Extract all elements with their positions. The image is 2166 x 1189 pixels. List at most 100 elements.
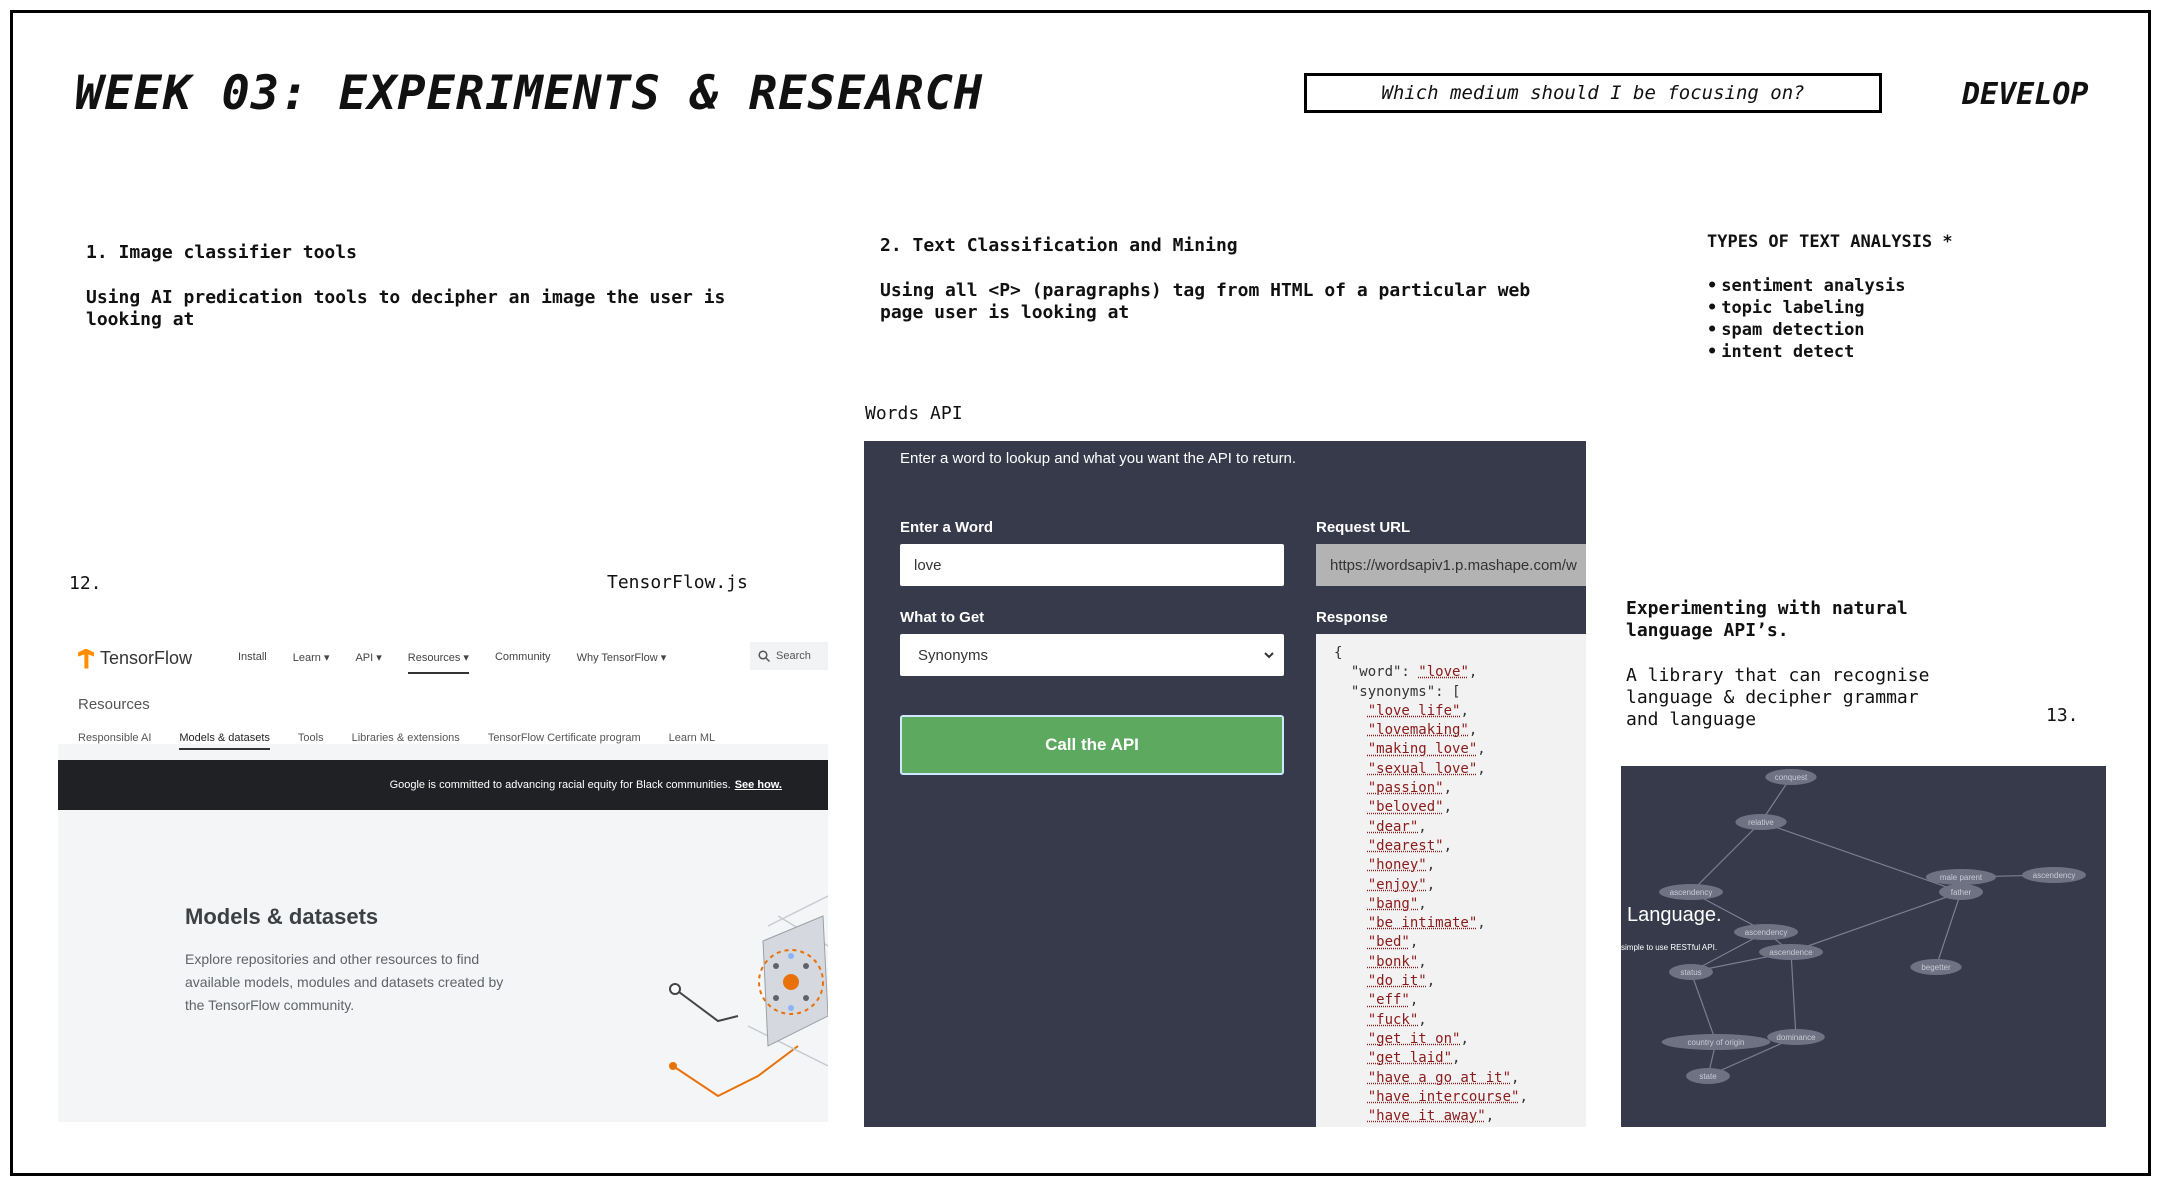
svg-text:ascendence: ascendence [1769, 948, 1813, 957]
synonym-item: "do it" [1367, 973, 1427, 990]
call-api-button[interactable]: Call the API [900, 715, 1284, 775]
tf-resources-title: Resources [78, 696, 150, 713]
synonym-item: "bed" [1367, 934, 1410, 951]
tf-search[interactable]: Search [750, 642, 828, 670]
graph-node[interactable]: father [1939, 884, 1983, 900]
graph-subtitle: simple to use RESTful API. [1621, 943, 1718, 952]
synonym-item: "dear" [1367, 818, 1419, 835]
synonym-item: "have a go at it" [1367, 1069, 1512, 1086]
graph-title: Language. [1627, 904, 1722, 926]
words-api-label: Words API [865, 403, 963, 424]
svg-text:ascendency: ascendency [1670, 888, 1713, 897]
svg-text:state: state [1699, 1072, 1717, 1081]
tf-nav: Install Learn ▾ API ▾ Resources ▾ Commun… [238, 651, 666, 674]
synonym-item: "honey" [1367, 857, 1427, 874]
tf-search-label: Search [776, 650, 811, 662]
synonym-item: "making love" [1367, 741, 1478, 758]
tf-nav-api[interactable]: API ▾ [355, 651, 381, 674]
graph-node[interactable]: male parent [1925, 869, 1997, 885]
section2-heading: 2. Text Classification and Mining [880, 235, 1238, 256]
graph-node[interactable]: conquest [1765, 769, 1817, 785]
types-block: TYPES OF TEXT ANALYSIS * sentiment analy… [1707, 231, 1953, 363]
svg-text:begetter: begetter [1921, 963, 1951, 972]
synonym-item: "enjoy" [1367, 876, 1427, 893]
request-url-field[interactable]: https://wordsapiv1.p.mashape.com/w [1316, 544, 1586, 586]
types-item: intent detect [1707, 341, 1953, 363]
nlp-body: A library that can recognise language & … [1626, 665, 1930, 730]
types-item: spam detection [1707, 319, 1953, 341]
graph-node[interactable]: status [1669, 964, 1713, 980]
synonym-item: "have intercourse" [1367, 1088, 1520, 1105]
types-item: sentiment analysis [1707, 275, 1953, 297]
types-list: sentiment analysis topic labeling spam d… [1707, 275, 1953, 363]
graph-node[interactable]: ascendency [1734, 924, 1798, 940]
tf-subnav-item[interactable]: TensorFlow Certificate program [488, 732, 641, 750]
chevron-down-icon [1264, 652, 1274, 659]
tf-nav-learn[interactable]: Learn ▾ [293, 651, 330, 674]
tf-subnav-item[interactable]: Learn ML [669, 732, 715, 750]
request-url-label: Request URL [1316, 519, 1411, 536]
synonym-item: "get laid" [1367, 1050, 1453, 1067]
graph-node[interactable]: relative [1735, 814, 1787, 830]
wapi-intro: Enter a word to lookup and what you want… [900, 450, 1297, 467]
graph-node[interactable]: begetter [1910, 959, 1962, 975]
synonym-item: "eff" [1367, 992, 1410, 1009]
svg-text:relative: relative [1748, 818, 1774, 827]
graph-node[interactable]: ascendence [1759, 944, 1823, 960]
graph-node[interactable]: state [1686, 1068, 1730, 1084]
what-to-get-value: Synonyms [918, 646, 989, 664]
word-input[interactable]: love [900, 544, 1284, 586]
synonym-item: "fuck" [1367, 1011, 1419, 1028]
graph-node[interactable]: dominance [1767, 1029, 1825, 1045]
types-heading: TYPES OF TEXT ANALYSIS * [1707, 232, 1953, 252]
synonym-item: "get it on" [1367, 1030, 1461, 1047]
stage-label: DEVELOP [1962, 77, 2089, 112]
section1-title: Image classifier tools [118, 242, 357, 263]
tf-nav-resources[interactable]: Resources ▾ [407, 651, 469, 674]
question-box: Which medium should I be focusing on? [1304, 73, 1882, 113]
tf-logo[interactable]: TensorFlow [78, 648, 192, 669]
graph-node[interactable]: ascendency [2022, 867, 2086, 883]
synonym-item: "love life" [1367, 702, 1461, 719]
tf-subnav-item[interactable]: Tools [298, 732, 324, 750]
response-json: { "word": "love", "synonyms": [ "love li… [1334, 645, 1528, 1125]
what-to-get-select[interactable]: Synonyms [900, 634, 1284, 676]
tf-banner: Google is committed to advancing racial … [58, 760, 828, 810]
response-panel[interactable]: { "word": "love", "synonyms": [ "love li… [1316, 634, 1586, 1127]
synonym-item: "bang" [1367, 895, 1419, 912]
what-to-get-label: What to Get [900, 609, 985, 626]
tensorflow-screenshot: TensorFlow Install Learn ▾ API ▾ Resourc… [58, 636, 828, 1122]
page-title: WEEK 03: EXPERIMENTS & RESEARCH [75, 66, 984, 121]
synonym-item: "lovemaking" [1367, 722, 1469, 739]
graph-node[interactable]: ascendency [1659, 884, 1723, 900]
tf-subnav-item[interactable]: Responsible AI [78, 732, 151, 750]
tf-subnav-item[interactable]: Libraries & extensions [352, 732, 460, 750]
tf-nav-install[interactable]: Install [238, 651, 267, 674]
tf-logo-text: TensorFlow [100, 648, 193, 668]
response-label: Response [1316, 609, 1388, 626]
section1-number: 1. [86, 242, 108, 263]
svg-text:father: father [1951, 888, 1972, 897]
tensorflow-logo-icon [78, 648, 94, 669]
svg-text:male parent: male parent [1940, 873, 1983, 882]
svg-text:ascendency: ascendency [1745, 928, 1788, 937]
tf-banner-link[interactable]: See how. [735, 779, 782, 791]
tf-subnav-item[interactable]: Models & datasets [179, 732, 270, 750]
synonym-item: "dearest" [1367, 837, 1444, 854]
synonym-item: "be intimate" [1367, 915, 1478, 932]
tf-nav-why[interactable]: Why TensorFlow ▾ [577, 651, 667, 674]
tf-nav-community[interactable]: Community [495, 651, 551, 674]
synonym-item: "have it away" [1367, 1108, 1486, 1125]
graph-node[interactable]: country of origin [1661, 1034, 1771, 1050]
types-item: topic labeling [1707, 297, 1953, 319]
graph-edge [1935, 891, 1962, 968]
tf-header: TensorFlow Install Learn ▾ API ▾ Resourc… [58, 636, 828, 744]
nlp-heading: Experimenting with natural language API’… [1626, 598, 1908, 641]
tf-subnav: Responsible AI Models & datasets Tools L… [78, 732, 715, 750]
graph-edge [1690, 821, 1762, 893]
synonym-item: "beloved" [1367, 799, 1444, 816]
section2-body: Using all <P> (paragraphs) tag from HTML… [880, 280, 1531, 323]
graph-edge [1690, 971, 1717, 1043]
tf-hero-illustration [669, 895, 828, 1098]
slide-number-12: 12. [69, 573, 102, 594]
